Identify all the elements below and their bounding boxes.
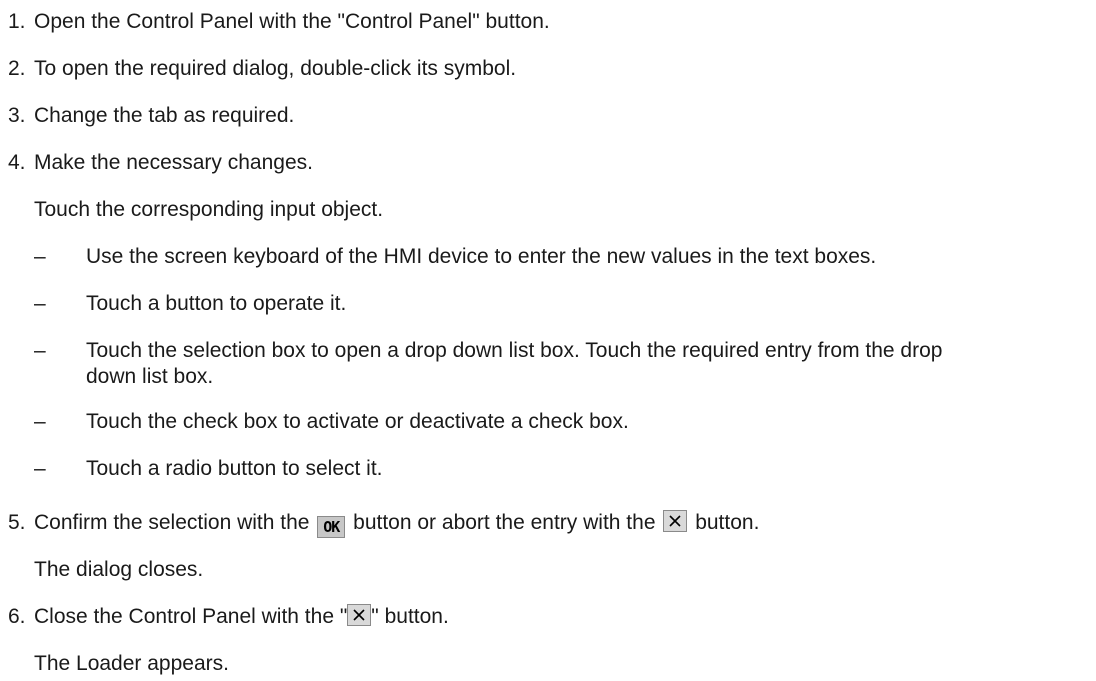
bullet-text: Use the screen keyboard of the HMI devic… bbox=[86, 245, 877, 268]
step-note-text: The dialog closes. bbox=[34, 558, 204, 581]
step-5-text-b: button or abort the entry with the bbox=[353, 511, 656, 534]
ok-button-icon: OK bbox=[317, 516, 346, 538]
close-x-icon bbox=[347, 604, 372, 626]
step-6-text-a: Close the Control Panel with the " bbox=[34, 605, 348, 628]
step-text: Confirm the selection with the OK button… bbox=[34, 510, 759, 538]
bullet-dash: – bbox=[34, 339, 46, 362]
step-note-text: The Loader appears. bbox=[34, 652, 229, 675]
step-text: Close the Control Panel with the " " butt… bbox=[34, 604, 449, 630]
bullet-text: Touch a button to operate it. bbox=[86, 292, 347, 315]
step-5-text-a: Confirm the selection with the bbox=[34, 511, 310, 534]
step-text: Open the Control Panel with the "Control… bbox=[34, 10, 550, 33]
bullet-text: Touch the check box to activate or deact… bbox=[86, 410, 629, 433]
bullet-dash: – bbox=[34, 457, 46, 480]
step-6-text-b: " button. bbox=[371, 605, 449, 628]
bullet-text: Touch a radio button to select it. bbox=[86, 457, 383, 480]
bullet-dash: – bbox=[34, 410, 46, 433]
step-text: To open the required dialog, double-clic… bbox=[34, 57, 517, 80]
step-note-text: Touch the corresponding input object. bbox=[34, 198, 384, 221]
step-text: Make the necessary changes. bbox=[34, 151, 313, 174]
bullet-text: Touch the selection box to open a drop d… bbox=[86, 339, 943, 388]
step-text: Change the tab as required. bbox=[34, 104, 295, 127]
step-5-text-c: button. bbox=[695, 511, 760, 534]
close-x-icon bbox=[663, 510, 688, 532]
bullet-dash: – bbox=[34, 245, 46, 268]
bullet-dash: – bbox=[34, 292, 46, 315]
